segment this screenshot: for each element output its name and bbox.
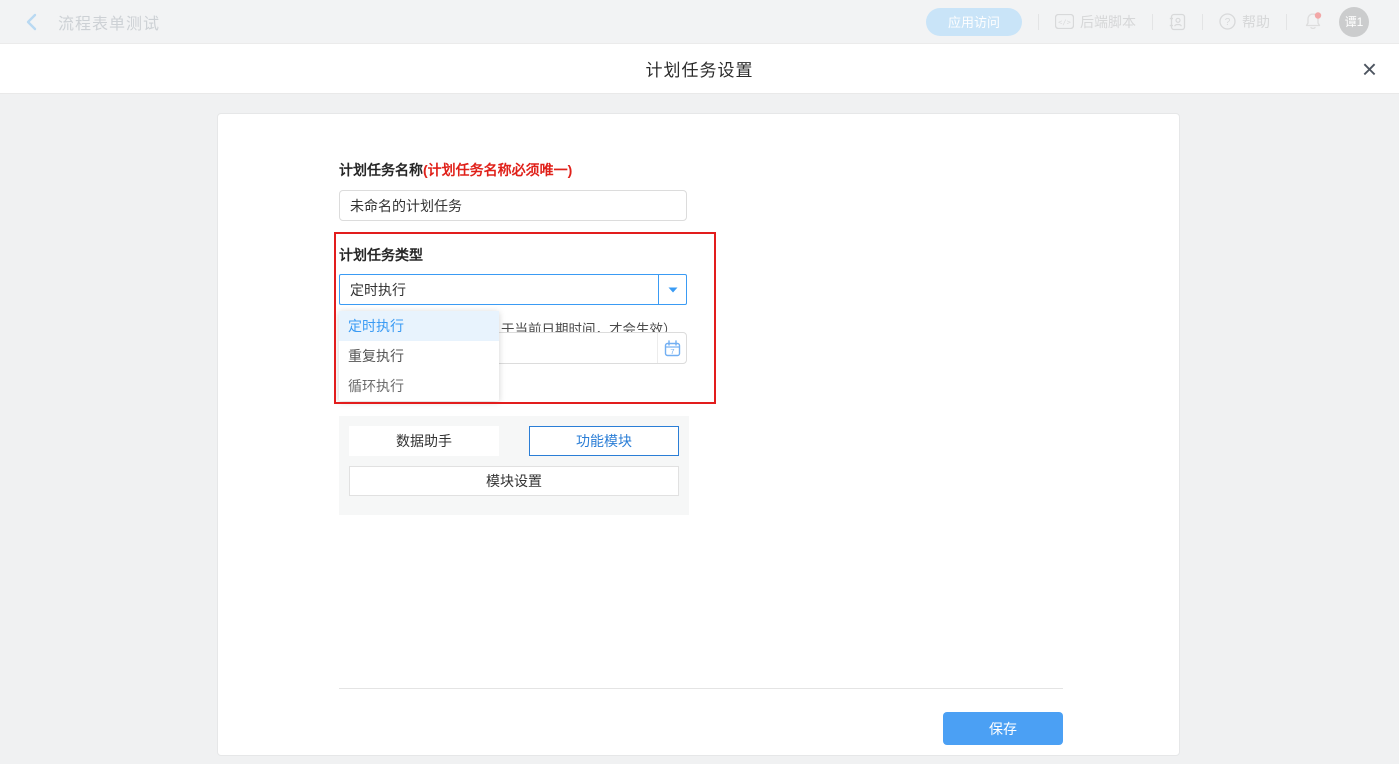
task-type-selected-value: 定时执行 xyxy=(340,275,658,304)
close-icon[interactable]: × xyxy=(1362,56,1377,82)
svg-text:?: ? xyxy=(1225,17,1231,28)
page: 流程表单测试 应用访问 </> 后端脚本 xyxy=(0,0,1399,764)
header-divider xyxy=(1152,14,1153,30)
header-divider xyxy=(1038,14,1039,30)
app-header-right: 应用访问 </> 后端脚本 xyxy=(926,7,1369,37)
notifications-button[interactable] xyxy=(1303,11,1323,32)
save-button[interactable]: 保存 xyxy=(943,712,1063,745)
header-divider xyxy=(1286,14,1287,30)
app-title: 流程表单测试 xyxy=(58,10,160,34)
task-name-required-note: (计划任务名称必须唯一) xyxy=(423,162,572,178)
app-header-left: 流程表单测试 xyxy=(24,10,160,34)
chevron-down-icon xyxy=(668,287,678,293)
avatar[interactable]: 谭1 xyxy=(1339,7,1369,37)
code-icon: </> xyxy=(1055,14,1074,29)
select-caret-button[interactable] xyxy=(658,275,686,304)
dropdown-option-timed[interactable]: 定时执行 xyxy=(339,311,499,341)
back-icon[interactable] xyxy=(24,12,40,32)
calendar-picker-button[interactable]: 7 xyxy=(657,333,686,363)
bell-icon xyxy=(1303,11,1323,32)
data-assistant-button[interactable]: 数据助手 xyxy=(349,426,499,456)
header-divider xyxy=(1202,14,1203,30)
dialog-title: 计划任务设置 xyxy=(646,56,754,81)
task-name-label-text: 计划任务名称 xyxy=(339,162,423,178)
dialog-header: 计划任务设置 × xyxy=(0,44,1399,94)
settings-card: 计划任务名称(计划任务名称必须唯一) 计划任务类型 定时执行 于当前日期时间，才… xyxy=(217,113,1180,756)
app-header: 流程表单测试 应用访问 </> 后端脚本 xyxy=(0,0,1399,44)
dropdown-option-loop[interactable]: 循环执行 xyxy=(339,371,499,401)
backend-script-label: 后端脚本 xyxy=(1080,12,1136,32)
notification-badge xyxy=(1315,12,1321,18)
task-type-dropdown: 定时执行 重复执行 循环执行 xyxy=(339,311,499,401)
task-type-label: 计划任务类型 xyxy=(339,245,423,265)
module-settings-button[interactable]: 模块设置 xyxy=(349,466,679,496)
function-module-button[interactable]: 功能模块 xyxy=(529,426,679,456)
help-button[interactable]: ? 帮助 xyxy=(1219,12,1270,32)
svg-text:7: 7 xyxy=(670,347,674,356)
help-icon: ? xyxy=(1219,13,1236,30)
address-book-button[interactable] xyxy=(1169,13,1186,31)
task-name-label: 计划任务名称(计划任务名称必须唯一) xyxy=(339,160,572,180)
task-name-input[interactable] xyxy=(339,190,687,221)
svg-text:</>: </> xyxy=(1058,19,1071,27)
task-type-select[interactable]: 定时执行 xyxy=(339,274,687,305)
help-label: 帮助 xyxy=(1242,12,1270,32)
app-access-button[interactable]: 应用访问 xyxy=(926,8,1022,36)
dropdown-option-repeat[interactable]: 重复执行 xyxy=(339,341,499,371)
address-book-icon xyxy=(1169,13,1186,31)
calendar-icon: 7 xyxy=(664,340,681,357)
module-panel: 数据助手 功能模块 模块设置 xyxy=(339,416,689,515)
footer-divider xyxy=(339,688,1063,689)
backend-script-button[interactable]: </> 后端脚本 xyxy=(1055,12,1136,32)
